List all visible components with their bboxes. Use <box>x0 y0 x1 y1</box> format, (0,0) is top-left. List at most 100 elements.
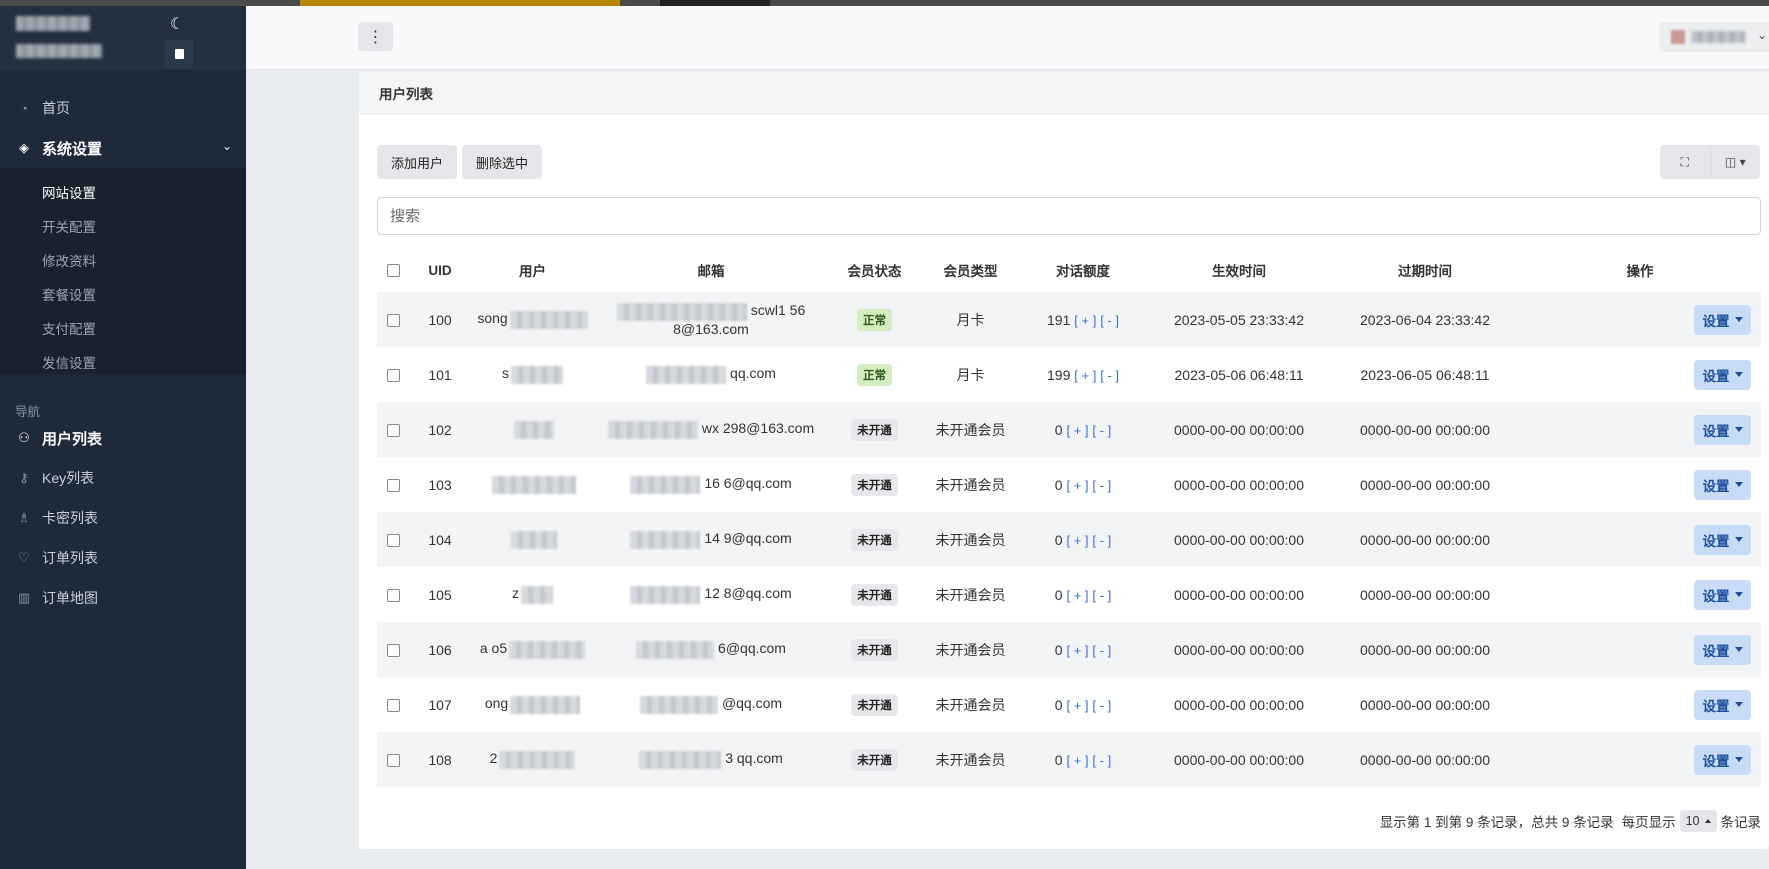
row-checkbox[interactable] <box>387 699 400 713</box>
quota-cell: 0 [ + ] [ - ] <box>1019 457 1147 512</box>
quota-plus-link[interactable]: [ + ] <box>1066 533 1088 548</box>
quota-minus-link[interactable]: [ - ] <box>1092 533 1111 548</box>
action-cell: 设置 <box>1519 512 1761 567</box>
quota-plus-link[interactable]: [ + ] <box>1074 368 1096 383</box>
quota-plus-link[interactable]: [ + ] <box>1066 588 1088 603</box>
sidebar-item-order-map[interactable]: ▥ 订单地图 <box>0 580 246 616</box>
uid-cell: 102 <box>410 402 470 457</box>
sidebar-item-label: Key列表 <box>42 470 95 486</box>
quota-minus-link[interactable]: [ - ] <box>1092 588 1111 603</box>
sidebar-item-cards[interactable]: ♗ 卡密列表 <box>0 500 246 536</box>
settings-dropdown-button[interactable]: 设置 <box>1694 469 1751 500</box>
end-time-cell: 0000-00-00 00:00:00 <box>1331 622 1519 677</box>
fullscreen-button[interactable]: ⛶ <box>1660 145 1711 179</box>
row-checkbox[interactable] <box>387 644 400 658</box>
email-text: 12 8@qq.com <box>704 585 792 602</box>
user-menu[interactable]: ⌄ <box>1659 22 1769 52</box>
quota-value: 191 <box>1047 311 1071 328</box>
per-page-select[interactable]: 10 <box>1679 810 1717 832</box>
sidebar-item-orders[interactable]: ♡ 订单列表 <box>0 540 246 576</box>
type-cell: 未开通会员 <box>922 732 1019 787</box>
moon-icon[interactable]: ☾ <box>170 14 184 34</box>
more-menu-button[interactable]: ⋮ <box>358 22 393 51</box>
quota-plus-link[interactable]: [ + ] <box>1074 313 1096 328</box>
quota-minus-link[interactable]: [ - ] <box>1092 753 1111 768</box>
sidebar-item-label: 用户列表 <box>42 430 103 448</box>
header-start-time[interactable]: 生效时间 <box>1147 248 1331 292</box>
email-redacted <box>607 420 698 439</box>
settings-dropdown-button[interactable]: 设置 <box>1694 304 1751 335</box>
quota-plus-link[interactable]: [ + ] <box>1066 478 1088 493</box>
header-username[interactable]: 用户 <box>470 248 595 292</box>
header-quota[interactable]: 对话额度 <box>1019 248 1147 292</box>
uid-cell: 108 <box>410 732 470 787</box>
row-checkbox[interactable] <box>387 479 400 493</box>
row-select-cell <box>377 732 410 787</box>
settings-label: 设置 <box>1702 423 1730 439</box>
settings-dropdown-button[interactable]: 设置 <box>1694 579 1751 610</box>
settings-dropdown-button[interactable]: 设置 <box>1694 414 1751 445</box>
quota-minus-link[interactable]: [ - ] <box>1092 643 1111 658</box>
type-cell: 月卡 <box>956 366 985 383</box>
submenu-edit-profile[interactable]: 修改资料 <box>42 250 96 270</box>
username-redacted <box>509 310 588 329</box>
quota-cell: 0 [ + ] [ - ] <box>1019 732 1147 787</box>
header-member-type[interactable]: 会员类型 <box>922 248 1019 292</box>
submenu-website-settings[interactable]: 网站设置 <box>42 182 96 202</box>
sidebar-item-keys[interactable]: ⚷ Key列表 <box>0 460 246 496</box>
pin-toggle-button[interactable] <box>165 40 193 68</box>
quota-minus-link[interactable]: [ - ] <box>1100 313 1119 328</box>
brand-logo-redacted <box>16 16 90 31</box>
start-time-cell: 0000-00-00 00:00:00 <box>1147 402 1331 457</box>
settings-dropdown-button[interactable]: 设置 <box>1694 524 1751 555</box>
delete-selected-button[interactable]: 删除选中 <box>462 145 542 179</box>
user-table: UID 用户 邮箱 会员状态 会员类型 对话额度 生效时间 过期时间 操作 10… <box>377 248 1761 787</box>
per-page-suffix: 条记录 <box>1720 815 1762 830</box>
search-input[interactable] <box>377 197 1761 235</box>
sidebar-item-system-settings[interactable]: ◈ 系统设置 ⌄ <box>0 130 246 166</box>
quota-cell: 0 [ + ] [ - ] <box>1019 622 1147 677</box>
row-checkbox[interactable] <box>387 369 400 383</box>
brand-area: ☾ <box>0 6 246 70</box>
sidebar-item-home[interactable]: ◔ 首页 <box>0 90 246 126</box>
status-badge: 正常 <box>857 363 892 386</box>
quota-plus-link[interactable]: [ + ] <box>1066 643 1088 658</box>
quota-value: 0 <box>1054 641 1063 658</box>
columns-button[interactable]: ◫ ▾ <box>1710 145 1760 179</box>
row-checkbox[interactable] <box>387 314 400 328</box>
quota-minus-link[interactable]: [ - ] <box>1100 368 1119 383</box>
row-checkbox[interactable] <box>387 754 400 768</box>
quota-plus-link[interactable]: [ + ] <box>1066 698 1088 713</box>
quota-plus-link[interactable]: [ + ] <box>1066 423 1088 438</box>
settings-dropdown-button[interactable]: 设置 <box>1694 744 1751 775</box>
row-checkbox[interactable] <box>387 589 400 603</box>
row-checkbox[interactable] <box>387 534 400 548</box>
header-email[interactable]: 邮箱 <box>595 248 827 292</box>
row-checkbox[interactable] <box>387 424 400 438</box>
quota-plus-link[interactable]: [ + ] <box>1066 753 1088 768</box>
nav-section-label: 导航 <box>15 405 41 419</box>
status-cell: 正常 <box>827 347 922 402</box>
quota-minus-link[interactable]: [ - ] <box>1092 478 1111 493</box>
sidebar-item-users[interactable]: ⚇ 用户列表 <box>0 420 246 456</box>
submenu-payment-config[interactable]: 支付配置 <box>42 318 96 338</box>
header-select-all[interactable] <box>377 248 410 292</box>
add-user-button[interactable]: 添加用户 <box>377 145 457 179</box>
uid-cell: 101 <box>428 366 452 383</box>
header-uid[interactable]: UID <box>410 248 470 292</box>
per-page-prefix: 每页显示 <box>1621 815 1676 830</box>
caret-down-icon <box>1734 702 1743 707</box>
submenu-package-settings[interactable]: 套餐设置 <box>42 284 96 304</box>
settings-dropdown-button[interactable]: 设置 <box>1694 634 1751 665</box>
header-end-time[interactable]: 过期时间 <box>1331 248 1519 292</box>
settings-dropdown-button[interactable]: 设置 <box>1694 359 1751 390</box>
select-all-checkbox[interactable] <box>387 264 400 278</box>
status-badge: 未开通 <box>851 473 898 496</box>
submenu-mail-settings[interactable]: 发信设置 <box>42 352 96 372</box>
quota-minus-link[interactable]: [ - ] <box>1092 423 1111 438</box>
settings-dropdown-button[interactable]: 设置 <box>1694 689 1751 720</box>
quota-minus-link[interactable]: [ - ] <box>1092 698 1111 713</box>
email-redacted <box>639 750 722 769</box>
submenu-switch-config[interactable]: 开关配置 <box>42 216 96 236</box>
header-member-status[interactable]: 会员状态 <box>827 248 922 292</box>
